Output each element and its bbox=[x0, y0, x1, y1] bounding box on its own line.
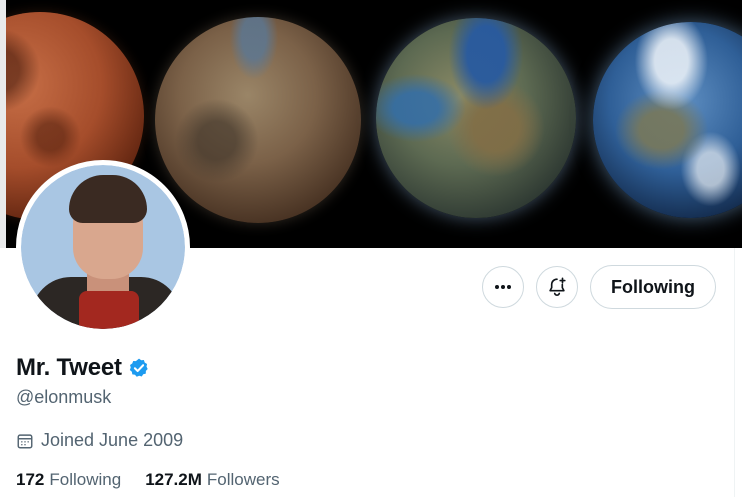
notification-bell-button[interactable] bbox=[536, 266, 578, 308]
avatar-photo bbox=[21, 165, 185, 329]
more-options-button[interactable] bbox=[482, 266, 524, 308]
followers-label: Followers bbox=[206, 470, 280, 489]
profile-avatar[interactable] bbox=[16, 160, 190, 334]
joined-date-text: Joined June 2009 bbox=[41, 430, 184, 450]
more-options-icon bbox=[495, 285, 511, 289]
banner-edge bbox=[0, 0, 6, 248]
profile-handle: @elonmusk bbox=[16, 387, 112, 407]
following-label: Following bbox=[49, 470, 122, 489]
profile-name-row: Mr. Tweet bbox=[16, 354, 150, 382]
banner-planet-terraforming-2 bbox=[376, 18, 576, 218]
joined-date-row: Joined June 2009 bbox=[16, 430, 183, 451]
banner-planet-earthlike bbox=[593, 22, 742, 218]
notification-bell-icon bbox=[549, 277, 566, 296]
following-button[interactable]: Following bbox=[590, 265, 716, 309]
verified-badge-icon bbox=[129, 358, 148, 377]
profile-display-name: Mr. Tweet bbox=[16, 354, 122, 381]
profile-stats: 172 Following 127.2M Followers bbox=[16, 470, 280, 490]
avatar-armor-red-panel bbox=[79, 291, 139, 329]
followers-count: 127.2M bbox=[145, 470, 202, 489]
followers-count-link[interactable]: 127.2M Followers bbox=[145, 470, 279, 490]
column-divider bbox=[734, 248, 735, 497]
following-count-link[interactable]: 172 Following bbox=[16, 470, 121, 490]
following-count: 172 bbox=[16, 470, 45, 489]
avatar-hair bbox=[69, 175, 147, 223]
calendar-icon bbox=[17, 433, 33, 448]
banner-planet-terraforming-1 bbox=[155, 17, 361, 223]
